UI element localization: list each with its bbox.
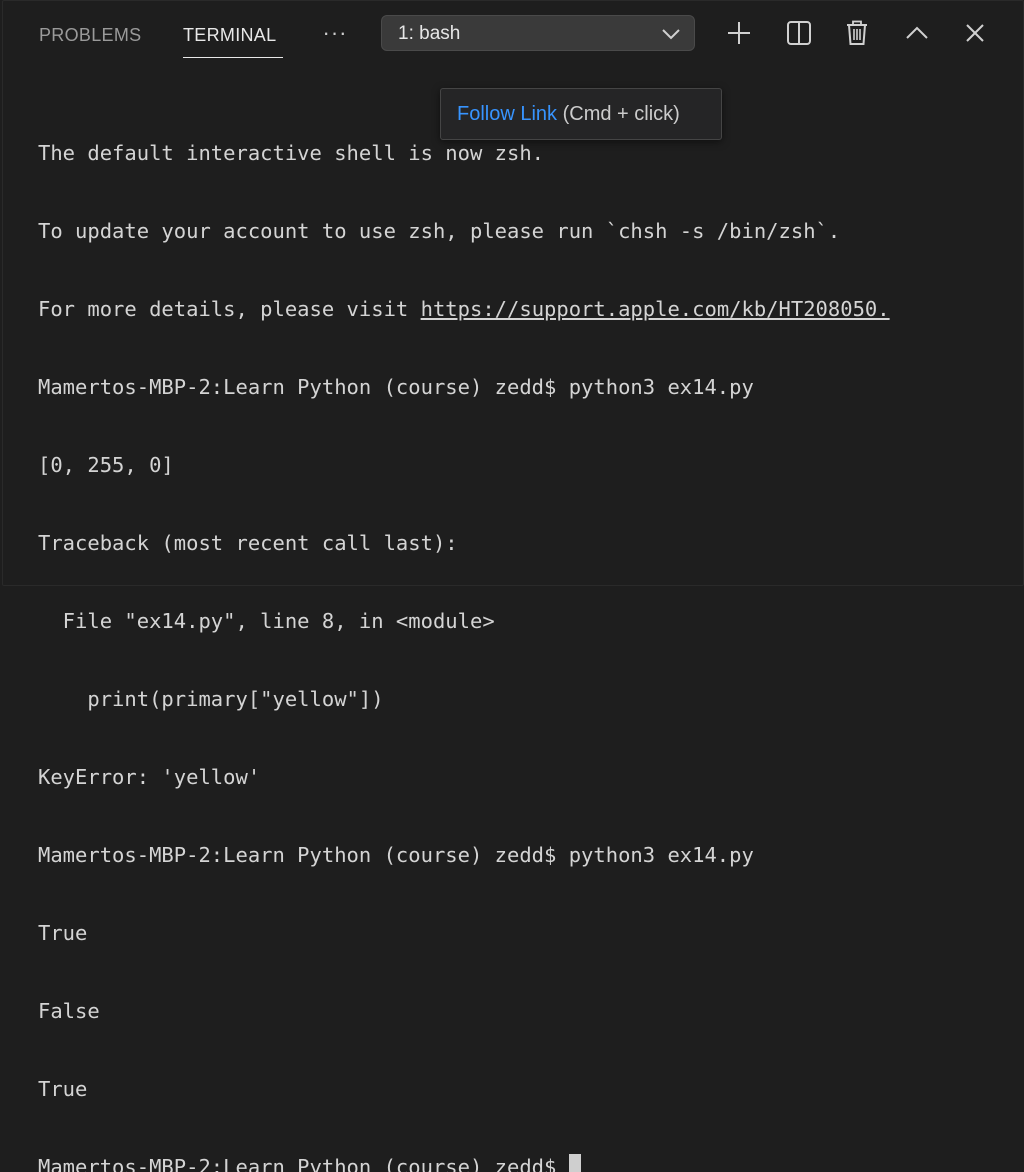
terminal-line: False <box>38 999 100 1023</box>
terminal-cursor <box>568 1154 581 1172</box>
split-terminal-button[interactable] <box>781 15 817 51</box>
tab-terminal[interactable]: TERMINAL <box>183 21 276 49</box>
split-icon <box>787 21 811 45</box>
active-tab-indicator <box>183 57 283 58</box>
terminal-line: To update your account to use zsh, pleas… <box>38 219 841 243</box>
terminal-line: KeyError: 'yellow' <box>38 765 261 789</box>
chevron-up-icon <box>906 26 928 39</box>
terminal-prompt: Mamertos-MBP-2:Learn Python (course) zed… <box>38 1155 569 1172</box>
terminal-selector-dropdown[interactable]: 1: bash <box>381 15 695 51</box>
panel-tab-bar: PROBLEMS TERMINAL ··· 1: bash <box>3 1 1023 65</box>
terminal-line: [0, 255, 0] <box>38 453 174 477</box>
terminal-line: For more details, please visit https://s… <box>38 296 1008 322</box>
maximize-panel-button[interactable] <box>899 15 935 51</box>
terminal-line: Mamertos-MBP-2:Learn Python (course) zed… <box>38 843 754 867</box>
close-icon <box>966 24 984 42</box>
trash-icon <box>847 20 867 45</box>
tab-problems[interactable]: PROBLEMS <box>39 21 141 49</box>
kill-terminal-button[interactable] <box>839 15 875 51</box>
tooltip-action[interactable]: Follow Link <box>457 103 557 125</box>
plus-icon <box>728 22 750 44</box>
terminal-selector-value: 1: bash <box>398 23 461 44</box>
terminal-line-text: For more details, please visit <box>38 297 421 321</box>
chevron-down-icon <box>662 29 680 40</box>
support-link[interactable]: https://support.apple.com/kb/HT208050. <box>421 297 890 321</box>
terminal-prompt-line[interactable]: Mamertos-MBP-2:Learn Python (course) zed… <box>38 1154 1008 1172</box>
new-terminal-button[interactable] <box>721 15 757 51</box>
terminal-line: File "ex14.py", line 8, in <module> <box>38 609 495 633</box>
terminal-line: print(primary["yellow"]) <box>38 687 384 711</box>
close-panel-button[interactable] <box>957 15 993 51</box>
terminal-line: True <box>38 921 88 945</box>
terminal-line: Traceback (most recent call last): <box>38 531 458 555</box>
more-actions-button[interactable]: ··· <box>317 19 353 49</box>
follow-link-tooltip: Follow Link (Cmd + click) <box>440 88 722 140</box>
terminal-line: Mamertos-MBP-2:Learn Python (course) zed… <box>38 375 754 399</box>
terminal-line: The default interactive shell is now zsh… <box>38 141 545 165</box>
terminal-line: True <box>38 1077 88 1101</box>
terminal-output[interactable]: The default interactive shell is now zsh… <box>38 88 1008 1172</box>
tooltip-hint: (Cmd + click) <box>557 103 680 125</box>
